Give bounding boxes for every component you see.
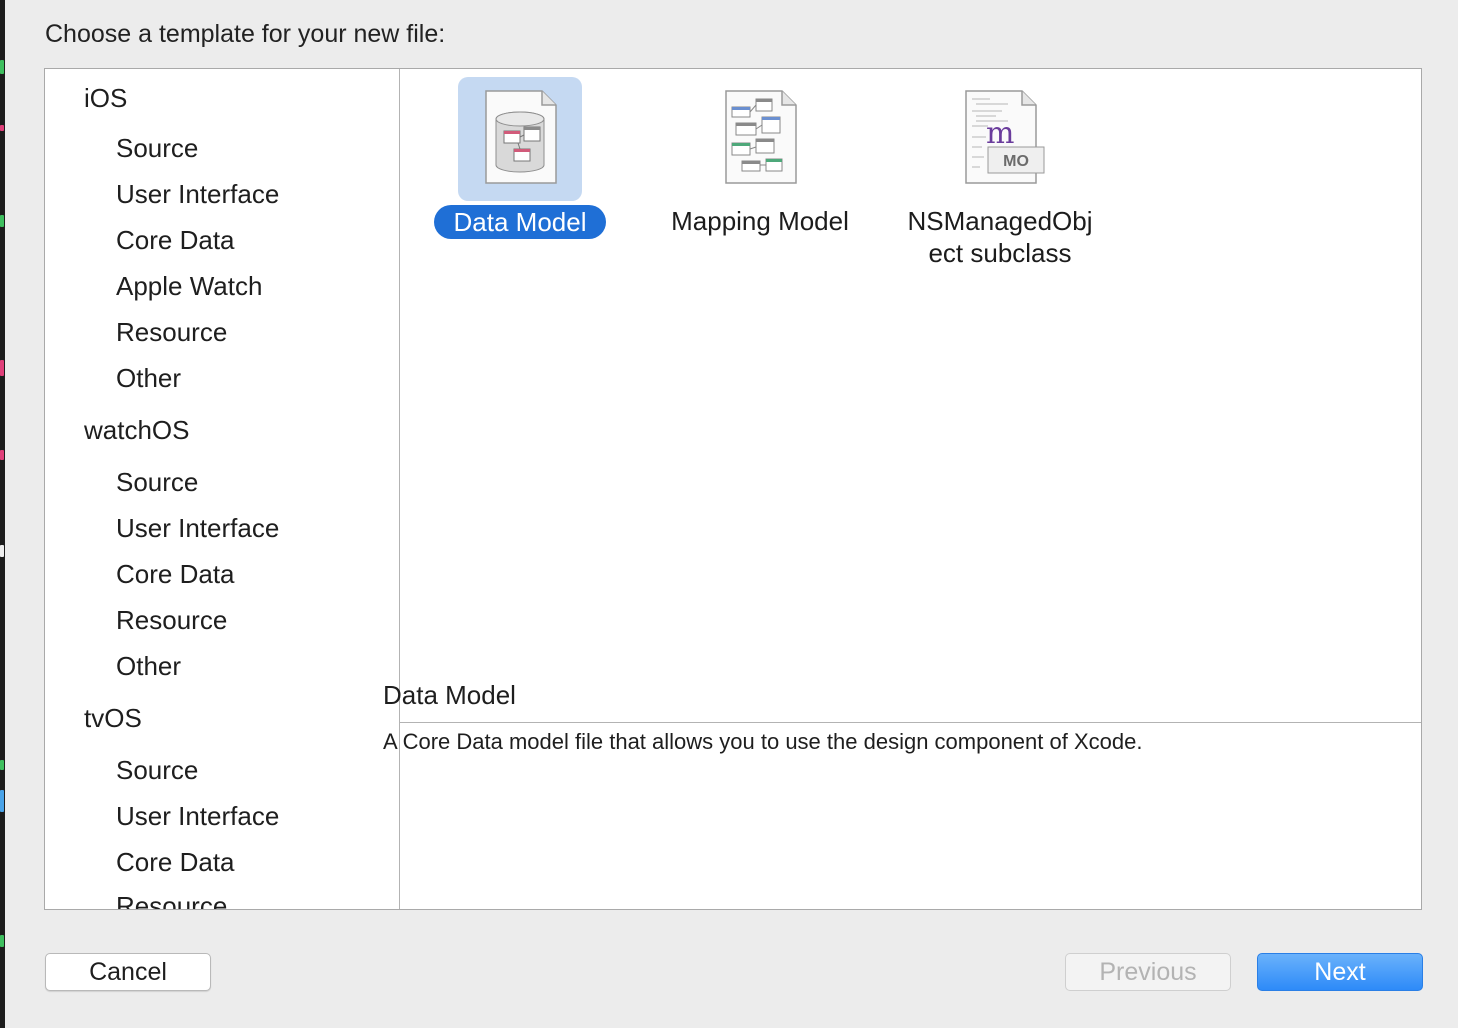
template-label: Mapping Model xyxy=(640,205,880,237)
sidebar-item-tvos-core-data[interactable]: Core Data xyxy=(116,847,235,878)
sidebar-item-ios-apple-watch[interactable]: Apple Watch xyxy=(116,271,262,302)
managed-object-icon: m MO xyxy=(965,90,1045,184)
new-file-sheet: Choose a template for your new file: iOS… xyxy=(5,0,1458,1028)
sidebar-item-ios-core-data[interactable]: Core Data xyxy=(116,225,235,256)
template-nsmanagedobject-subclass[interactable]: m MO NSManagedObj ect subclass xyxy=(880,77,1120,269)
template-label-text: Data Model xyxy=(433,205,607,239)
template-label: NSManagedObj ect subclass xyxy=(880,205,1120,269)
next-button[interactable]: Next xyxy=(1257,953,1423,991)
data-model-tile xyxy=(458,77,582,201)
sidebar-platform-tvos: tvOS xyxy=(84,703,142,733)
template-label: Data Model xyxy=(400,205,640,239)
template-grid: Data Model Mapping Model m MO NSManagedO… xyxy=(400,69,1421,722)
sidebar-item-ios-resource[interactable]: Resource xyxy=(116,317,227,348)
platform-category-list[interactable]: iOS Source User Interface Core Data Appl… xyxy=(45,69,400,909)
template-browser: iOS Source User Interface Core Data Appl… xyxy=(44,68,1422,910)
dialog-heading: Choose a template for your new file: xyxy=(45,20,446,48)
sidebar-item-ios-source[interactable]: Source xyxy=(116,133,198,164)
sidebar-platform-ios: iOS xyxy=(84,83,128,113)
managed-object-glyph: m xyxy=(986,116,1014,151)
description-divider xyxy=(400,722,1421,723)
description-title: Data Model xyxy=(383,680,516,710)
mapping-model-icon xyxy=(725,90,797,184)
sidebar-item-tvos-source[interactable]: Source xyxy=(116,755,198,786)
template-mapping-model[interactable]: Mapping Model xyxy=(640,77,880,237)
sidebar-item-watchos-other[interactable]: Other xyxy=(116,651,181,682)
cancel-button[interactable]: Cancel xyxy=(45,953,211,991)
previous-button[interactable]: Previous xyxy=(1065,953,1231,991)
sidebar-item-tvos-resource[interactable]: Resource xyxy=(116,891,227,909)
template-label-line1: NSManagedObj xyxy=(907,206,1093,236)
template-data-model[interactable]: Data Model xyxy=(400,77,640,239)
sidebar-item-tvos-user-interface[interactable]: User Interface xyxy=(116,801,279,832)
sidebar-item-ios-user-interface[interactable]: User Interface xyxy=(116,179,279,210)
mapping-model-tile xyxy=(698,77,822,201)
managed-object-badge: MO xyxy=(1003,153,1029,170)
sidebar-item-watchos-resource[interactable]: Resource xyxy=(116,605,227,636)
description-body: A Core Data model file that allows you t… xyxy=(383,729,1143,754)
sidebar-platform-watchos: watchOS xyxy=(84,415,190,445)
template-label-text: Mapping Model xyxy=(671,206,849,236)
sidebar-item-watchos-source[interactable]: Source xyxy=(116,467,198,498)
managed-object-tile: m MO xyxy=(938,77,1062,201)
sidebar-item-ios-other[interactable]: Other xyxy=(116,363,181,394)
data-model-icon xyxy=(485,90,557,184)
template-label-line2: ect subclass xyxy=(928,238,1072,268)
sidebar-item-watchos-core-data[interactable]: Core Data xyxy=(116,559,235,590)
sidebar-item-watchos-user-interface[interactable]: User Interface xyxy=(116,513,279,544)
